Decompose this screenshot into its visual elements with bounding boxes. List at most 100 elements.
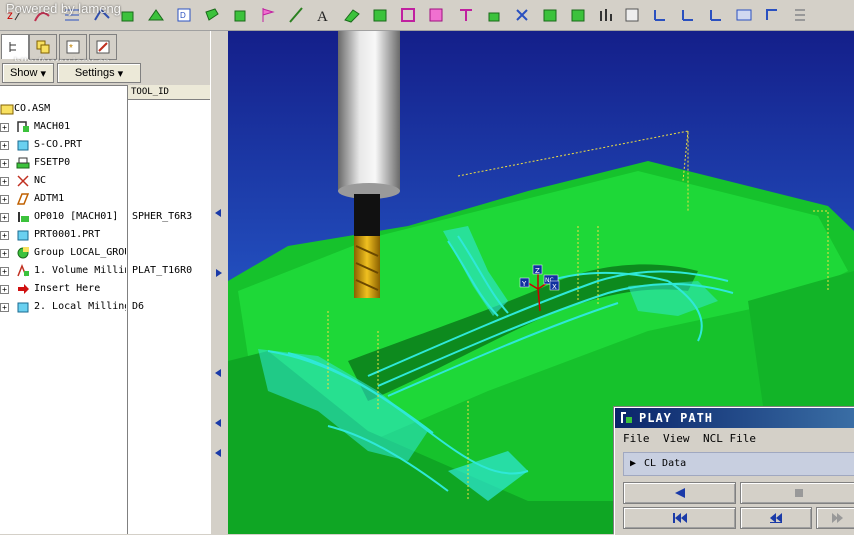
panel-splitter[interactable] — [210, 31, 230, 534]
feature-icon[interactable] — [146, 4, 166, 26]
cl-data-expander[interactable]: ▶ CL Data — [623, 452, 854, 476]
expand-right-icon[interactable] — [216, 269, 222, 277]
nc-display-icon[interactable] — [734, 4, 754, 26]
chevron-down-icon: ▾ — [40, 67, 47, 80]
tool-holder — [354, 194, 380, 239]
play-path-dialog: PLAY PATH File View NCL File ▶ CL Data — [614, 407, 854, 535]
expand-toggle-icon[interactable]: + — [0, 159, 9, 168]
tree-row-name: PRT0001.PRT — [34, 229, 101, 240]
tree-row-name: NC — [34, 175, 47, 186]
tree-row-tool-id: SPHER_T6R3 — [132, 211, 193, 222]
menu-ncl-file[interactable]: NCL File — [703, 429, 756, 449]
expand-toggle-icon[interactable]: + — [0, 123, 9, 132]
tree-row[interactable]: CO.ASM — [0, 100, 208, 118]
tree-row[interactable]: + S-CO.PRT — [0, 136, 208, 154]
tree-row[interactable]: + FSETP0 — [0, 154, 208, 172]
tree-row[interactable]: + Group LOCAL_GROUP — [0, 244, 208, 262]
tree-row[interactable]: + OP010 [MACH01] SPHER_T6R3 — [0, 208, 208, 226]
tree-row[interactable]: + MACH01 — [0, 118, 208, 136]
point-icon[interactable] — [456, 4, 476, 26]
expand-toggle-icon[interactable]: + — [0, 195, 9, 204]
menu-file[interactable]: File — [623, 429, 650, 449]
stop-icon — [794, 489, 803, 497]
green-block-icon[interactable] — [370, 4, 390, 26]
group-icon — [17, 247, 29, 259]
spindle — [338, 31, 400, 191]
operation-icon — [18, 212, 29, 222]
axis-x-label: X — [552, 283, 557, 291]
stop-button[interactable] — [740, 482, 854, 504]
tree-row[interactable]: + Insert Here — [0, 280, 208, 298]
nc-axis2-icon[interactable] — [678, 4, 698, 26]
settings-dropdown[interactable]: Settings ▾ — [57, 63, 141, 83]
chevron-down-icon: ▾ — [117, 67, 124, 80]
solid-icon[interactable] — [202, 4, 222, 26]
collapse-left-icon[interactable] — [215, 419, 221, 427]
step-back-button[interactable] — [740, 507, 812, 529]
tree-row-name: CO.ASM — [14, 103, 51, 114]
nc-sequence-icon[interactable] — [762, 4, 782, 26]
svg-text:A: A — [317, 9, 328, 24]
tree-row-name: OP010 [MACH01] — [34, 211, 119, 222]
nc-green-icon[interactable] — [540, 4, 560, 26]
tree-row-name: Group LOCAL_GROUP — [34, 247, 126, 258]
expand-toggle-icon[interactable]: + — [0, 267, 9, 276]
tree-row[interactable]: +2. Local Milling [D D6 — [0, 298, 208, 316]
rewind-start-button[interactable] — [623, 507, 736, 529]
tree-row-tool-id: PLAT_T16R0 — [132, 265, 193, 276]
tree-row[interactable]: + ADTM1 — [0, 190, 208, 208]
text-icon[interactable]: A — [314, 4, 334, 26]
grid-view-icon[interactable] — [622, 4, 642, 26]
expand-toggle-icon[interactable]: + — [0, 141, 9, 150]
frame-icon[interactable] — [398, 4, 418, 26]
chamfer-icon[interactable] — [342, 4, 362, 26]
svg-text:*: * — [69, 43, 73, 54]
watermark-line1: Powered by lameng — [6, 1, 121, 16]
nc-axis3-icon[interactable] — [706, 4, 726, 26]
play-path-titlebar[interactable]: PLAY PATH — [615, 408, 854, 428]
expand-toggle-icon[interactable]: + — [0, 231, 9, 240]
plus-icon[interactable] — [512, 4, 532, 26]
collapse-left-icon[interactable] — [215, 209, 221, 217]
expand-toggle-icon[interactable]: + — [0, 213, 9, 222]
tree-row[interactable]: + PRT0001.PRT — [0, 226, 208, 244]
expand-triangle-icon: ▶ — [630, 458, 637, 469]
main-toolbar: z D A Powered by lameng — [0, 0, 854, 31]
rewind-start-icon — [672, 513, 687, 523]
expand-toggle-icon[interactable]: + — [0, 177, 9, 186]
surface-icon[interactable]: D — [174, 4, 194, 26]
cl-data-label: CL Data — [644, 458, 687, 469]
bar-chart-icon[interactable] — [596, 4, 616, 26]
nc-axis-icon[interactable] — [650, 4, 670, 26]
collapse-left-icon[interactable] — [215, 449, 221, 457]
play-path-title: PLAY PATH — [639, 411, 714, 425]
slash-icon[interactable] — [286, 4, 306, 26]
show-dropdown[interactable]: Show ▾ — [2, 63, 54, 83]
expand-toggle-icon[interactable]: + — [0, 249, 9, 258]
menu-view[interactable]: View — [663, 429, 690, 449]
step-forward-icon — [831, 513, 843, 523]
tree-row[interactable]: +1. Volume Milling PLAT_T16R0 — [0, 262, 208, 280]
play-path-icon — [621, 412, 632, 423]
insert-arrow-icon — [18, 284, 29, 294]
play-reverse-button[interactable] — [623, 482, 736, 504]
tree-row[interactable]: + NC — [0, 172, 208, 190]
fixture-icon — [16, 157, 30, 169]
expand-toggle-icon[interactable]: + — [0, 303, 9, 312]
tree-row-name: 2. Local Milling [D — [34, 301, 126, 312]
tool-id-column-header[interactable]: TOOL_ID — [128, 85, 212, 100]
step-forward-button[interactable] — [816, 507, 854, 529]
extrude-icon[interactable] — [118, 4, 138, 26]
extrude2-icon[interactable] — [230, 4, 250, 26]
machine-icon — [17, 121, 29, 132]
nc-icon — [17, 175, 29, 187]
more-icon[interactable] — [790, 4, 810, 26]
show-settings-row: Show ▾ Settings ▾ — [0, 61, 210, 86]
flag-icon[interactable] — [258, 4, 278, 26]
local-milling-icon — [17, 302, 29, 313]
collapse-left-icon[interactable] — [215, 369, 221, 377]
nc-block-icon[interactable] — [568, 4, 588, 26]
tool-icon[interactable] — [484, 4, 504, 26]
pattern-icon[interactable] — [426, 4, 446, 26]
expand-toggle-icon[interactable]: + — [0, 285, 9, 294]
